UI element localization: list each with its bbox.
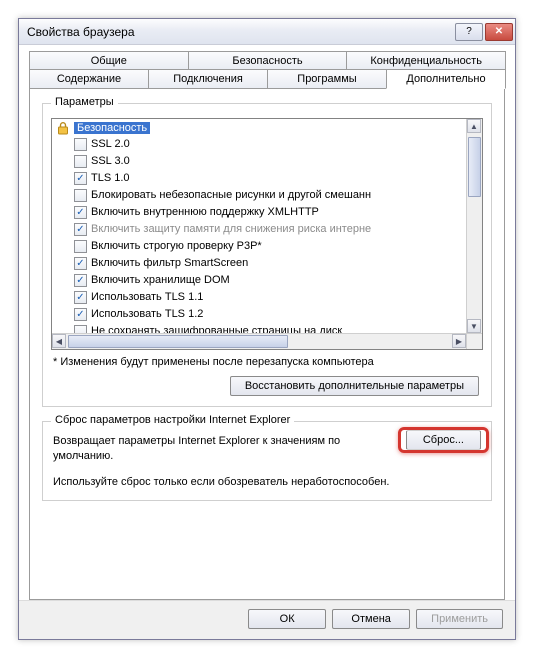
cancel-button[interactable]: Отмена xyxy=(332,609,410,629)
tab-general[interactable]: Общие xyxy=(29,51,189,70)
list-item-label: Блокировать небезопасные рисунки и друго… xyxy=(91,189,371,201)
reset-hint: Используйте сброс только если обозревате… xyxy=(53,476,481,488)
list-item[interactable]: ✓ Включить хранилище DOM xyxy=(74,272,464,288)
list-item[interactable]: SSL 3.0 xyxy=(74,153,464,169)
ok-button[interactable]: ОК xyxy=(248,609,326,629)
tabs-row-2: Содержание Подключения Программы Дополни… xyxy=(29,69,505,89)
checkbox[interactable]: ✓ xyxy=(74,206,87,219)
reset-description: Возвращает параметры Internet Explorer к… xyxy=(53,434,396,464)
tab-connections[interactable]: Подключения xyxy=(148,69,268,89)
settings-list[interactable]: Безопасность SSL 2.0 SSL 3.0 ✓ TLS 1.0 Блоки… xyxy=(52,119,466,333)
scroll-down-button[interactable]: ▼ xyxy=(467,319,481,333)
checkbox[interactable] xyxy=(74,189,87,202)
list-item-label: SSL 3.0 xyxy=(91,155,130,167)
settings-group: Параметры Безопасность SS xyxy=(42,103,492,407)
checkbox[interactable] xyxy=(74,138,87,151)
list-item[interactable]: ✓ Использовать TLS 1.2 xyxy=(74,306,464,322)
tab-panel-advanced: Параметры Безопасность SS xyxy=(29,88,505,600)
list-item-label: Использовать TLS 1.2 xyxy=(91,308,203,320)
list-item-label: Включить хранилище DOM xyxy=(91,274,230,286)
tabs-row-1: Общие Безопасность Конфиденциальность xyxy=(29,51,505,70)
list-item-label: SSL 2.0 xyxy=(91,138,130,150)
checkbox[interactable]: ✓ xyxy=(74,257,87,270)
restore-defaults-button[interactable]: Восстановить дополнительные параметры xyxy=(230,376,479,396)
settings-listbox: Безопасность SSL 2.0 SSL 3.0 ✓ TLS 1.0 Блоки… xyxy=(51,118,483,350)
list-item[interactable]: Блокировать небезопасные рисунки и друго… xyxy=(74,187,464,203)
close-button[interactable]: ✕ xyxy=(485,23,513,41)
window-title: Свойства браузера xyxy=(27,25,455,39)
list-item[interactable]: ✓ Включить внутреннюю поддержку XMLHTTP xyxy=(74,204,464,220)
dialog-footer: ОК Отмена Применить xyxy=(19,600,515,639)
tab-advanced[interactable]: Дополнительно xyxy=(386,69,506,89)
dialog-window: Свойства браузера ? ✕ Общие Безопасность… xyxy=(18,18,516,640)
checkbox[interactable]: ✓ xyxy=(74,308,87,321)
checkbox[interactable]: ✓ xyxy=(74,291,87,304)
reset-group-label: Сброс параметров настройки Internet Expl… xyxy=(51,414,294,426)
checkbox[interactable] xyxy=(74,325,87,334)
scroll-corner xyxy=(466,333,482,349)
settings-group-label: Параметры xyxy=(51,96,118,108)
list-item[interactable]: ✓ Включить фильтр SmartScreen xyxy=(74,255,464,271)
checkbox[interactable]: ✓ xyxy=(74,172,87,185)
list-item[interactable]: ✓ Включить защиту памяти для снижения рис… xyxy=(74,221,464,237)
scrollbar-vertical[interactable]: ▲ ▼ xyxy=(466,119,482,333)
reset-group: Сброс параметров настройки Internet Expl… xyxy=(42,421,492,501)
titlebar[interactable]: Свойства браузера ? ✕ xyxy=(19,19,515,45)
checkbox[interactable]: ✓ xyxy=(74,223,87,236)
scrollbar-horizontal[interactable]: ◀ ▶ xyxy=(52,333,466,349)
category-label: Безопасность xyxy=(74,122,150,134)
tab-security-main[interactable]: Безопасность xyxy=(188,51,348,70)
list-item-label: Использовать TLS 1.1 xyxy=(91,291,203,303)
scroll-right-button[interactable]: ▶ xyxy=(452,334,466,348)
list-item[interactable]: SSL 2.0 xyxy=(74,136,464,152)
tab-content[interactable]: Содержание xyxy=(29,69,149,89)
scroll-thumb-h[interactable] xyxy=(68,335,288,348)
list-item[interactable]: Не сохранять зашифрованные страницы на д… xyxy=(74,323,464,333)
checkbox[interactable]: ✓ xyxy=(74,274,87,287)
list-item[interactable]: ✓ Использовать TLS 1.1 xyxy=(74,289,464,305)
list-item-label: Включить фильтр SmartScreen xyxy=(91,257,248,269)
checkbox[interactable] xyxy=(74,240,87,253)
scroll-left-button[interactable]: ◀ xyxy=(52,334,66,348)
tab-programs[interactable]: Программы xyxy=(267,69,387,89)
scroll-up-button[interactable]: ▲ xyxy=(467,119,481,133)
apply-button[interactable]: Применить xyxy=(416,609,503,629)
restart-note: * Изменения будут применены после переза… xyxy=(53,356,481,368)
reset-button[interactable]: Сброс... xyxy=(406,430,481,450)
scroll-thumb-v[interactable] xyxy=(468,137,481,197)
list-item-label: Не сохранять зашифрованные страницы на д… xyxy=(91,325,342,333)
tab-privacy[interactable]: Конфиденциальность xyxy=(346,51,506,70)
list-item-label: Включить защиту памяти для снижения риск… xyxy=(91,223,371,235)
help-button[interactable]: ? xyxy=(455,23,483,41)
list-item-label: Включить внутреннюю поддержку XMLHTTP xyxy=(91,206,319,218)
list-item-label: Включить строгую проверку P3P* xyxy=(91,240,262,252)
list-item[interactable]: ✓ TLS 1.0 xyxy=(74,170,464,186)
lock-icon xyxy=(56,121,70,135)
list-item[interactable]: Включить строгую проверку P3P* xyxy=(74,238,464,254)
category-security[interactable]: Безопасность xyxy=(56,121,464,135)
list-item-label: TLS 1.0 xyxy=(91,172,130,184)
checkbox[interactable] xyxy=(74,155,87,168)
